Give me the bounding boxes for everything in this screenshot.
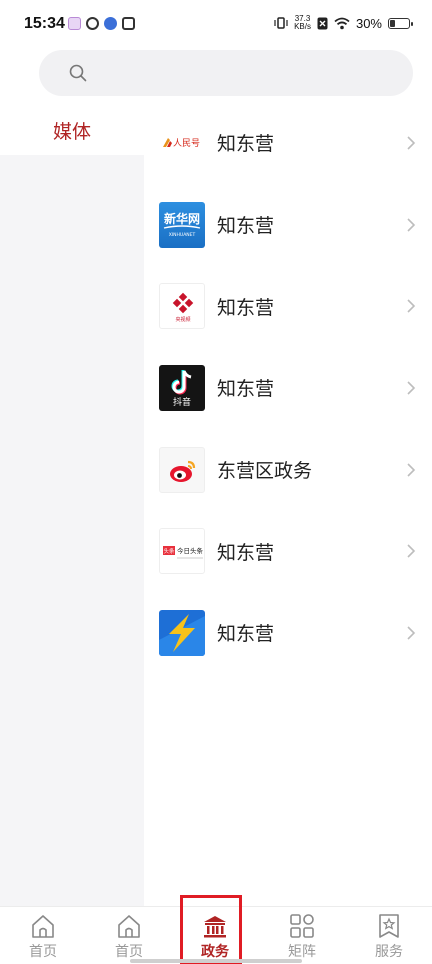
chevron-right-icon xyxy=(407,217,416,232)
nav-label: 首页 xyxy=(29,944,57,960)
government-icon xyxy=(204,916,226,938)
home-icon xyxy=(118,915,140,938)
nav-label: 矩阵 xyxy=(288,944,316,960)
home-indicator[interactable] xyxy=(130,959,302,963)
logo-text: 今日头条 xyxy=(177,546,204,555)
status-right: 37.3 KB/s 30% xyxy=(274,15,413,31)
battery-icon xyxy=(388,17,413,29)
sidebar-item-label: 媒体 xyxy=(53,121,92,143)
list-item[interactable]: 知东营 xyxy=(144,592,432,674)
sim-off-icon xyxy=(317,17,328,29)
list-item[interactable]: 人民号 知东营 xyxy=(144,102,432,184)
logo-text: 央视频 xyxy=(175,316,190,323)
notification-icons xyxy=(68,17,135,30)
item-name: 知东营 xyxy=(217,623,275,646)
chevron-right-icon xyxy=(407,626,416,640)
item-name: 东营区政务 xyxy=(217,460,313,483)
list-item[interactable]: 东营区政务 xyxy=(144,429,432,511)
search-icon xyxy=(69,64,87,82)
weibo-logo xyxy=(159,446,205,493)
logo-badge: 头条 xyxy=(163,547,175,555)
logo-subtext: XINHUANET xyxy=(169,232,196,238)
chevron-right-icon xyxy=(407,381,416,395)
nav-label: 政务 xyxy=(201,944,229,960)
list-item[interactable]: 新华网 XINHUANET 知东营 xyxy=(144,184,432,266)
status-time: 15:34 xyxy=(24,15,65,32)
cctv-video-logo: 央视频 xyxy=(159,283,205,330)
logo-text: 抖音 xyxy=(173,396,191,408)
lightning-app-logo xyxy=(159,609,205,656)
item-name: 知东营 xyxy=(217,296,275,319)
item-name: 知东营 xyxy=(217,133,275,156)
app-notification-icon xyxy=(86,17,99,30)
douyin-logo: 抖音 xyxy=(159,364,205,411)
list-item[interactable]: 抖音 知东营 xyxy=(144,347,432,429)
item-name: 知东营 xyxy=(217,378,275,401)
nav-item-government[interactable]: 政务 xyxy=(172,907,258,964)
media-account-list: 人民号 知东营 新华网 XINHUANET 知东营 央视频 知东营 抖音 知东营… xyxy=(144,102,432,674)
search-bar[interactable] xyxy=(39,50,413,96)
item-name: 知东营 xyxy=(217,215,275,238)
list-item[interactable]: 头条 今日头条 知东营 xyxy=(144,510,432,592)
bottom-nav: 首页 首页 政务 矩阵 服务 xyxy=(0,906,432,964)
wifi-icon xyxy=(334,17,350,29)
nav-item-home-2[interactable]: 首页 xyxy=(86,907,172,964)
nav-label: 服务 xyxy=(375,944,403,960)
xinhua-logo: 新华网 XINHUANET xyxy=(159,201,205,248)
net-speed: 37.3 KB/s xyxy=(294,15,311,31)
battery-percent: 30% xyxy=(355,15,382,31)
list-item[interactable]: 央视频 知东营 xyxy=(144,265,432,347)
logo-text: 人民号 xyxy=(173,138,200,149)
chevron-right-icon xyxy=(407,299,416,313)
people-daily-logo: 人民号 xyxy=(159,119,205,166)
category-sidebar: 媒体 xyxy=(0,108,144,906)
app-notification-icon xyxy=(104,17,117,30)
bookmark-star-icon xyxy=(379,914,399,938)
toutiao-logo: 头条 今日头条 xyxy=(159,528,205,575)
sidebar-item-media[interactable]: 媒体 xyxy=(0,108,144,155)
chevron-right-icon xyxy=(407,463,416,477)
net-speed-unit: KB/s xyxy=(294,22,311,31)
app-notification-icon xyxy=(68,17,81,30)
vibrate-icon xyxy=(274,17,288,29)
home-icon xyxy=(32,915,54,938)
chevron-right-icon xyxy=(407,544,416,558)
nav-label: 首页 xyxy=(115,944,143,960)
status-bar: 15:34 37.3 KB/s 30% xyxy=(0,0,432,50)
grid-icon xyxy=(290,914,314,938)
logo-text: 新华网 xyxy=(164,211,200,226)
app-notification-icon xyxy=(122,17,135,30)
nav-item-matrix[interactable]: 矩阵 xyxy=(259,907,345,964)
item-name: 知东营 xyxy=(217,541,275,564)
nav-item-services[interactable]: 服务 xyxy=(346,907,432,964)
chevron-right-icon xyxy=(407,136,416,150)
nav-item-home[interactable]: 首页 xyxy=(0,907,86,964)
